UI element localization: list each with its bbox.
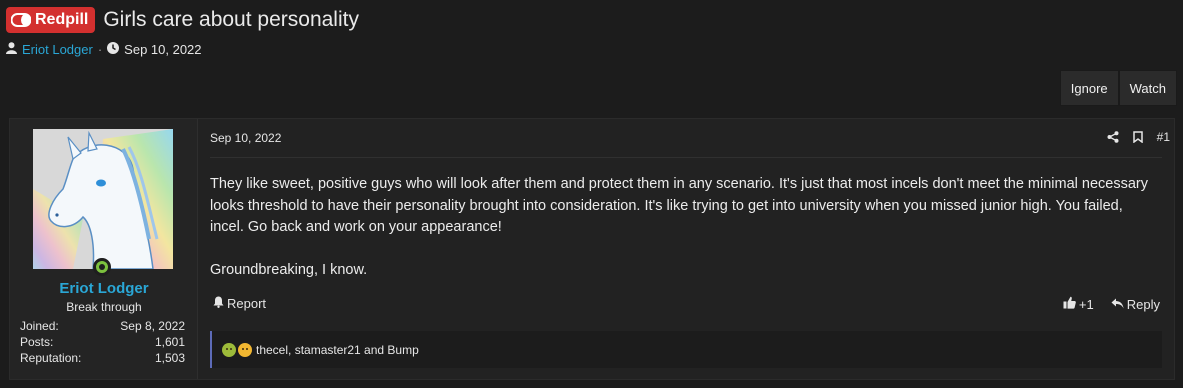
post-number-link[interactable]: #1: [1157, 130, 1170, 144]
post-paragraph: They like sweet, positive guys who will …: [210, 176, 1148, 235]
post-content-column: Sep 10, 2022 #1 They like sweet, positiv…: [198, 119, 1174, 379]
post-divider: [210, 157, 1162, 158]
meta-separator: ·: [97, 42, 103, 57]
thread-title: Girls care about personality: [103, 8, 359, 31]
like-button[interactable]: +1: [1063, 296, 1094, 312]
stat-joined: Joined: Sep 8, 2022: [20, 318, 185, 334]
share-icon[interactable]: [1107, 131, 1119, 143]
pill-icon: [11, 13, 31, 27]
report-button[interactable]: Report: [213, 296, 266, 311]
like-count: +1: [1078, 296, 1094, 312]
stat-label: Posts:: [20, 335, 54, 349]
reply-button[interactable]: Reply: [1111, 297, 1160, 312]
post-username-link[interactable]: Eriot Lodger: [10, 280, 198, 297]
thread-date-link[interactable]: Sep 10, 2022: [124, 42, 201, 57]
user-icon: [6, 42, 17, 57]
prefix-badge[interactable]: Redpill: [6, 7, 96, 33]
post-actions: +1 Reply: [1063, 296, 1160, 312]
stat-value: 1,503: [154, 351, 185, 365]
bookmark-icon[interactable]: [1132, 131, 1143, 143]
user-stats: Joined: Sep 8, 2022 Posts: 1,601 Reputat…: [20, 318, 185, 366]
prefix-label: Redpill: [35, 11, 89, 28]
report-label: Report: [227, 296, 267, 311]
thread-header: Redpill Girls care about personality: [6, 7, 359, 33]
stat-posts: Posts: 1,601: [20, 334, 185, 350]
post-date-link[interactable]: Sep 10, 2022: [210, 131, 281, 145]
post-paragraph: Groundbreaking, I know.: [210, 262, 368, 278]
stat-reputation: Reputation: 1,503: [20, 350, 185, 366]
ignore-button[interactable]: Ignore: [1059, 70, 1119, 106]
user-title: Break through: [66, 300, 142, 314]
thread-author-link[interactable]: Eriot Lodger: [22, 42, 93, 57]
stat-value[interactable]: 1,601: [155, 334, 185, 350]
stat-value: Sep 8, 2022: [120, 319, 185, 333]
post-user-column: Eriot Lodger Break through Joined: Sep 8…: [10, 119, 198, 379]
reactions-bar[interactable]: thecel, stamaster21 and Bump: [210, 331, 1162, 368]
post-tools: #1: [1107, 130, 1170, 144]
reactions-users[interactable]: thecel, stamaster21 and Bump: [256, 343, 419, 357]
stat-label: Reputation:: [20, 351, 82, 365]
reply-label: Reply: [1126, 296, 1160, 312]
stat-label: Joined:: [20, 319, 59, 333]
watch-button[interactable]: Watch: [1118, 70, 1177, 106]
post: Eriot Lodger Break through Joined: Sep 8…: [9, 118, 1175, 380]
avatar[interactable]: [33, 129, 173, 269]
online-status-indicator: [93, 258, 111, 276]
thinking-emoji-icon: [238, 342, 252, 357]
sick-emoji-icon: [222, 342, 236, 357]
thread-meta: Eriot Lodger · Sep 10, 2022: [6, 42, 202, 57]
reply-arrow-icon: [1111, 297, 1124, 312]
thread-actions: Ignore Watch: [1059, 70, 1177, 106]
post-body: They like sweet, positive guys who will …: [210, 174, 1160, 303]
clock-icon: [107, 42, 120, 57]
bell-icon: [213, 296, 224, 311]
thumbs-up-icon: [1063, 296, 1076, 312]
